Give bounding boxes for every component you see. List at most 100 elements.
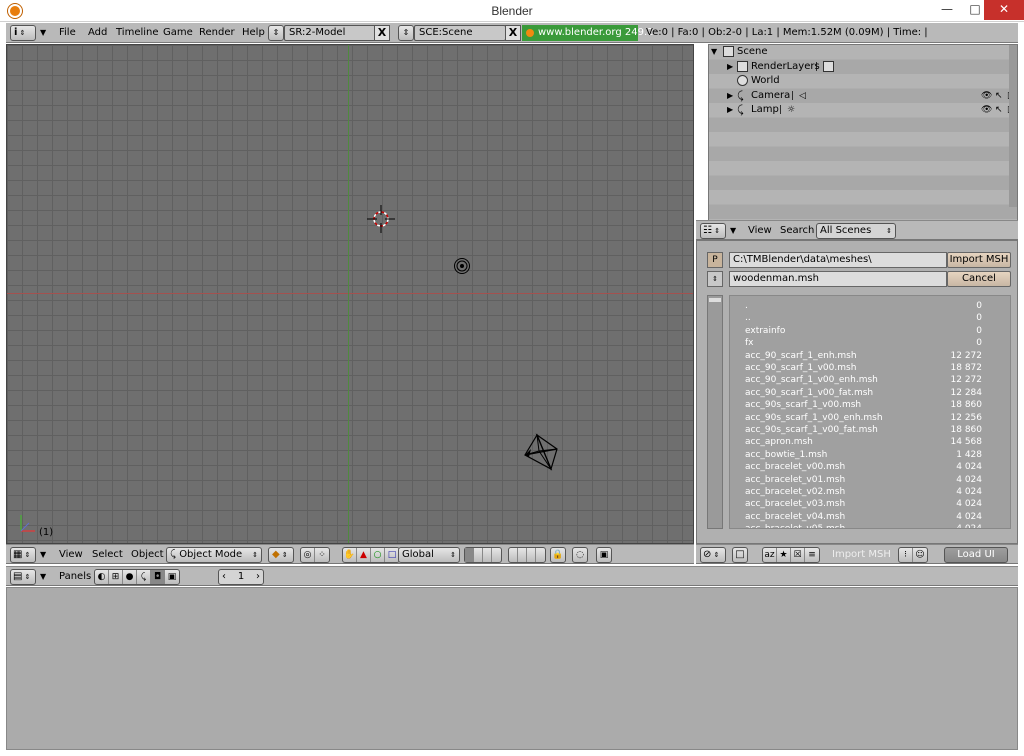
ghost-filter-icon[interactable]: ☺ [913,548,927,562]
menu-add[interactable]: Add [88,27,107,38]
mode-select[interactable]: ⤹ Object Mode ⇕ [166,547,262,563]
visibility-eye-icon[interactable]: 👁 [981,89,992,103]
lamp-object-icon[interactable] [453,257,471,275]
close-button[interactable]: ✕ [984,0,1024,20]
file-row[interactable]: acc_90s_scarf_1_v00_enh.msh 12 256 [730,412,988,424]
sort-size-icon[interactable]: ☒ [791,548,805,562]
layer-8-icon[interactable] [536,548,545,562]
translate-icon[interactable]: ▲ [357,548,371,562]
buttons-type-selector[interactable]: ▤ ⇕ [10,569,36,585]
sort-time-icon[interactable]: ★ [777,548,791,562]
parent-directory-button[interactable]: P [707,252,723,268]
shading-context-icon[interactable]: ● [123,570,137,584]
layer-1-icon[interactable] [465,548,474,562]
collapse-menu-icon[interactable]: ▼ [40,572,46,581]
collapse-menu-icon[interactable]: ▼ [40,550,46,559]
outliner-row-lamp[interactable]: ▶ ⤹ Lamp | ☼ 👁 ↖ ▣ [709,103,1017,117]
file-row[interactable]: acc_90_scarf_1_v00_enh.msh 12 272 [730,374,988,386]
increment-arrow-icon[interactable]: › [256,570,260,584]
layer-7-icon[interactable] [527,548,536,562]
outliner-row-camera[interactable]: ▶ ⤹ Camera | ◁ 👁 ↖ ▣ [709,89,1017,103]
hand-manipulator-icon[interactable]: ✋ [343,548,357,562]
collapse-menu-icon[interactable]: ▼ [40,28,46,37]
website-link[interactable]: www.blender.org 249.2 [522,25,654,41]
window-type-selector[interactable]: i ⇕ [10,25,36,41]
layer-4-icon[interactable] [492,548,501,562]
scene-delete-button[interactable]: X [505,25,521,41]
buttons-window-area[interactable] [6,587,1018,750]
layer-2-icon[interactable] [474,548,483,562]
expand-right-icon[interactable]: ▶ [727,60,733,74]
sort-extension-icon[interactable]: ≡ [805,548,819,562]
file-row[interactable]: .. 0 [730,312,988,324]
lock-icon[interactable]: 🔒 [551,548,565,562]
directory-path-field[interactable]: C:\TMBlender\data\meshes\ [729,252,947,268]
file-row[interactable]: .0 [730,300,988,312]
menu-view[interactable]: View [59,549,83,560]
scrollbar-thumb[interactable] [709,298,721,302]
menu-game[interactable]: Game [163,27,193,38]
visibility-eye-icon[interactable]: 👁 [981,103,992,117]
script-context-icon[interactable]: ⊞ [109,570,123,584]
import-msh-button[interactable]: Import MSH [947,252,1011,268]
file-row[interactable]: acc_bracelet_v02.msh 4 024 [730,486,988,498]
layer-5-icon[interactable] [509,548,518,562]
ghost-icon[interactable]: ◌ [573,548,587,562]
file-row[interactable]: acc_bracelet_v03.msh 4 024 [730,498,988,510]
render-icon[interactable]: ▣ [597,548,611,562]
menu-select[interactable]: Select [92,549,123,560]
logic-context-icon[interactable]: ◐ [95,570,109,584]
file-row[interactable]: acc_90_scarf_1_enh.msh 12 272 [730,350,988,362]
selectable-cursor-icon[interactable]: ↖ [995,103,1003,117]
editing-context-icon[interactable]: ◘ [151,570,165,584]
file-row[interactable]: acc_bracelet_v01.msh 4 024 [730,474,988,486]
outliner-row-scene[interactable]: ▼ Scene [709,45,1017,59]
screen-delete-button[interactable]: X [374,25,390,41]
file-list-scrollbar[interactable] [707,295,723,529]
layer-3-icon[interactable] [483,548,492,562]
menu-timeline[interactable]: Timeline [116,27,159,38]
load-ui-button[interactable]: Load UI [944,547,1008,563]
menu-search[interactable]: Search [780,225,814,236]
file-row[interactable]: acc_90s_scarf_1_v00_fat.msh 18 860 [730,424,988,436]
outliner-type-selector[interactable]: ☷ ⇕ [700,223,726,239]
outliner-row-world[interactable]: World [709,74,1017,88]
menu-help[interactable]: Help [242,27,265,38]
menu-render[interactable]: Render [199,27,235,38]
file-row[interactable]: acc_90s_scarf_1_v00.msh 18 860 [730,399,988,411]
cancel-button[interactable]: Cancel [947,271,1011,287]
collapse-menu-icon[interactable]: ▼ [730,226,736,235]
outliner-row-renderlayers[interactable]: ▶ RenderLayers | [709,60,1017,74]
view3d-type-selector[interactable]: ▦ ⇕ [10,547,36,563]
selectable-cursor-icon[interactable]: ↖ [995,89,1003,103]
outliner-scrollbar[interactable] [1009,45,1017,207]
draw-type-select[interactable]: ◆ ⇕ [268,547,294,563]
file-row[interactable]: acc_bracelet_v05.msh 4 024 [730,523,988,528]
frame-number-field[interactable]: ‹ 1 › [218,569,264,585]
layers-group-2[interactable] [508,547,546,563]
snap-grid-icon[interactable]: ⁘ [315,548,329,562]
file-row[interactable]: extrainfo 0 [730,325,988,337]
scene-context-icon[interactable]: ▣ [165,570,179,584]
filebrowser-type-selector[interactable]: ⊘ ⇕ [700,547,726,563]
sort-alpha-icon[interactable]: az [763,548,777,562]
transform-orientation-select[interactable]: Global ⇕ [398,547,460,563]
scene-browse-button[interactable]: ⇕ [398,25,414,41]
file-row[interactable]: acc_bracelet_v04.msh 4 024 [730,511,988,523]
object-context-icon[interactable]: ⤹ [137,570,151,584]
scene-name-field[interactable]: SCE:Scene [414,25,506,41]
directory-history-button[interactable]: ⇕ [707,271,723,287]
toggle-view-button[interactable]: □ [732,547,748,563]
hide-dot-files-icon[interactable]: ⁝ [899,548,913,562]
3d-cursor-icon[interactable] [367,205,395,233]
expand-down-icon[interactable]: ▼ [711,45,717,59]
filename-field[interactable]: woodenman.msh [729,271,947,287]
pivot-icon[interactable]: ◎ [301,548,315,562]
scale-icon[interactable]: □ [385,548,399,562]
expand-right-icon[interactable]: ▶ [727,89,733,103]
layer-6-icon[interactable] [518,548,527,562]
menu-object[interactable]: Object [131,549,164,560]
file-row[interactable]: fx 0 [730,337,988,349]
expand-right-icon[interactable]: ▶ [727,103,733,117]
outliner-panel[interactable]: ▼ Scene ▶ RenderLayers | World ▶ ⤹ Camer… [708,44,1018,222]
